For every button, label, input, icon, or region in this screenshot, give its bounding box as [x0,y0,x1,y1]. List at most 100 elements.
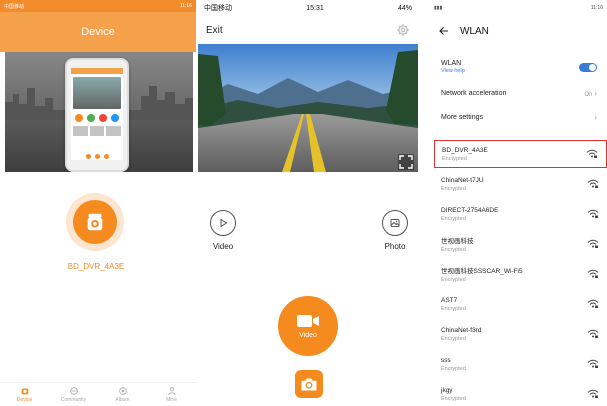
video-mode-button[interactable]: Video [210,210,236,251]
status-time: 15:31 [306,4,324,12]
nav-device[interactable]: Device [5,383,45,406]
preview-screen: 中国移动 15:31 44% Exit Video Photo Video [198,0,418,406]
signal-icon: ▮▮▮ [434,5,443,11]
more-settings-label: More settings [441,113,484,121]
video-mode-label: Video [212,242,234,251]
play-icon [220,218,228,228]
wlan-label: WLAN [441,60,462,67]
wifi-network-security: Encrypted [441,277,466,283]
record-video-label: Video [299,332,317,339]
device-icon [21,388,28,395]
live-video-preview[interactable] [198,44,418,172]
device-name: BD_DVR_4A3E [67,262,125,271]
network-acceleration-label: Network acceleration [441,89,507,97]
wifi-network-security: Encrypted [441,305,466,312]
more-settings-row[interactable]: More settings › [430,106,607,128]
status-bar: 中国移动 15:31 44% [198,0,418,16]
wifi-network-row[interactable]: BD_DVR_4A3E Encrypted [434,140,607,168]
phone-mockup [65,58,129,172]
nav-device-label: Device [16,397,33,403]
wifi-network-row[interactable]: DIRECT-2754A6DE Encrypted [434,200,607,228]
photo-mode-label: Photo [384,242,406,251]
settings-gear-icon[interactable] [396,23,410,37]
view-help-link[interactable]: View help [441,68,465,74]
community-icon [69,387,78,395]
fullscreen-icon[interactable] [398,154,414,170]
wifi-network-name: sss [441,356,451,364]
wlan-screen: ▮▮▮ 11:16 WLAN WLAN View help Network ac… [430,0,607,406]
device-screen: 中国移动 11:16 Device BD_DVR_4A3E Device Com… [0,0,196,406]
dashcam-icon [87,213,103,231]
chevron-right-icon: › [594,88,597,98]
album-icon [118,387,127,395]
wlan-toggle-row[interactable]: WLAN View help [430,54,607,80]
wifi-lock-icon [587,209,599,218]
nav-album-label: Album [115,397,130,403]
camera-icon [301,378,317,390]
wifi-network-security: Encrypted [441,365,466,372]
wifi-network-security: Encrypted [441,395,466,402]
nav-community[interactable]: Community [54,383,94,406]
network-acceleration-value: On [584,91,593,98]
bottom-nav: Device Community Album Mine [0,382,196,406]
hero-banner [5,52,193,172]
status-time: 11:16 [179,3,192,9]
status-carrier: 中国移动 [4,3,25,10]
wifi-network-name: BD_DVR_4A3E [442,146,488,154]
wifi-lock-icon [587,299,599,308]
page-title: Device [81,26,115,38]
wifi-network-row[interactable]: AST7 Encrypted [434,290,607,318]
wifi-network-name: ChinaNet-t7JU [441,176,484,184]
page-title: WLAN [460,25,489,37]
nav-mine[interactable]: Mine [152,383,192,406]
nav-album[interactable]: Album [103,383,143,406]
wifi-lock-icon [587,239,599,248]
mine-icon [167,387,176,395]
wifi-network-security: Encrypted [441,185,466,192]
wifi-lock-icon [587,329,599,338]
wifi-network-row[interactable]: 世视画科技 Encrypted [434,230,607,258]
wifi-network-row[interactable]: 世视画科技SSSCAR_Wi-Fi5 Encrypted [434,260,607,288]
header: Device [0,12,196,52]
status-time: 11:16 [590,5,603,11]
device-connect-button[interactable] [66,193,124,251]
status-battery: 44% [397,4,412,12]
exit-button[interactable]: Exit [206,25,223,36]
wifi-lock-icon [587,179,599,188]
mode-switcher: Video Photo [198,210,418,260]
header: Exit [198,16,418,44]
wifi-network-security: Encrypted [441,247,466,253]
wifi-network-row[interactable]: sss Encrypted [434,350,607,378]
wifi-lock-icon [587,269,599,278]
video-camera-icon [297,315,319,327]
wifi-network-name: AST7 [441,296,458,304]
wifi-network-name: jkgy [441,386,453,394]
header: WLAN [430,16,607,46]
wifi-network-security: Encrypted [441,335,466,342]
status-bar: 中国移动 11:16 [0,0,196,12]
status-carrier: 中国移动 [204,5,232,12]
back-arrow-icon[interactable] [438,25,450,37]
chevron-right-icon: › [594,112,597,122]
nav-mine-label: Mine [166,397,177,403]
wifi-network-name: DIRECT-2754A6DE [441,206,499,214]
wifi-lock-icon [587,359,599,368]
wifi-network-row[interactable]: jkgy Encrypted [434,380,607,406]
take-photo-button[interactable] [295,370,323,398]
record-video-button[interactable]: Video [278,296,338,356]
wifi-network-row[interactable]: ChinaNet-f3rd Encrypted [434,320,607,348]
nav-community-label: Community [60,397,87,403]
wifi-network-name: ChinaNet-f3rd [441,326,482,334]
photo-mode-button[interactable]: Photo [382,210,408,251]
wlan-toggle[interactable] [579,62,597,72]
wifi-lock-icon [587,389,599,398]
wifi-network-name: 世视画科技SSSCAR_Wi-Fi5 [441,268,523,275]
wifi-network-name: 世视画科技 [441,238,474,245]
wifi-network-row[interactable]: ChinaNet-t7JU Encrypted [434,170,607,198]
image-icon [390,219,400,227]
status-bar: ▮▮▮ 11:16 [430,0,607,16]
wifi-lock-icon [586,149,598,158]
wifi-network-security: Encrypted [441,215,466,222]
network-acceleration-row[interactable]: Network acceleration On › [430,82,607,104]
app-root: 中国移动 11:16 Device BD_DVR_4A3E Device Com… [0,0,607,406]
